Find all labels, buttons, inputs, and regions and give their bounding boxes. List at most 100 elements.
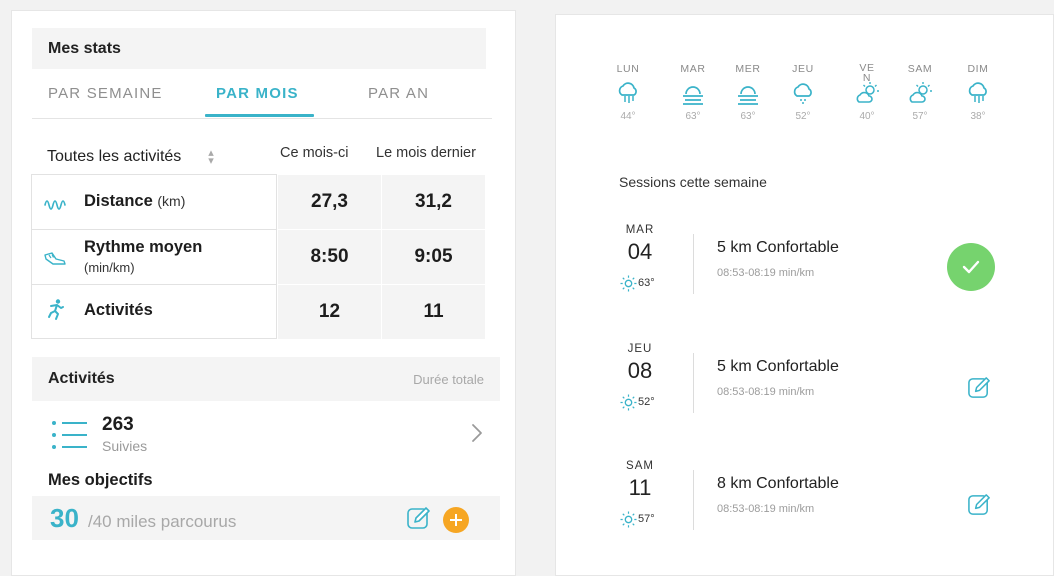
- session-name: 5 km Confortable: [717, 239, 839, 256]
- session-temp: 63°: [638, 277, 655, 289]
- forecast-temp: 52°: [795, 111, 811, 122]
- week-plan-card: LUN 44° MAR 63° MER 63° JEU 52° VE N 40°…: [555, 14, 1054, 576]
- activity-filter-select[interactable]: Toutes les activités: [47, 148, 181, 166]
- stat-label-pace: Rythme moyen: [84, 238, 203, 256]
- stat-label-distance-text: Distance: [84, 192, 153, 210]
- forecast-day-name: JEU: [792, 63, 814, 75]
- snow-cloud-icon: [793, 83, 812, 104]
- goal-target-text: /40 miles parcourus: [88, 512, 237, 531]
- session-done-badge[interactable]: [947, 243, 995, 291]
- forecast-day: DIM 38°: [958, 63, 998, 122]
- edit-session-icon[interactable]: [967, 375, 992, 400]
- stats-header: Mes stats: [32, 28, 486, 69]
- value-this-month-pace: 8:50: [278, 230, 381, 284]
- stat-label-activities: Activités: [84, 301, 153, 319]
- goals-title: Mes objectifs: [48, 471, 153, 489]
- check-icon: [962, 260, 980, 274]
- edit-session-icon[interactable]: [967, 492, 992, 517]
- forecast-temp: 63°: [740, 111, 756, 122]
- stat-row-activities: Activités 12 11: [31, 284, 486, 339]
- forecast-day: MAR 63°: [673, 63, 713, 122]
- stat-row-pace: Rythme moyen (min/km) 8:50 9:05: [31, 229, 486, 284]
- rain-icon: [968, 82, 987, 103]
- stat-label-distance: Distance (km): [84, 192, 185, 211]
- activities-count-label: Suivies: [102, 438, 148, 454]
- tab-par-an[interactable]: PAR AN: [368, 85, 429, 102]
- tab-par-semaine[interactable]: PAR SEMAINE: [48, 85, 163, 102]
- activities-title: Activités: [48, 370, 115, 387]
- forecast-day-name: VE N: [859, 62, 875, 84]
- forecast-temp: 57°: [912, 111, 928, 122]
- stats-table: Distance (km) 27,3 31,2 Rythme moyen (mi…: [31, 174, 486, 339]
- forecast-day-name: SAM: [907, 63, 933, 75]
- session-name: 5 km Confortable: [717, 358, 839, 375]
- shoe-icon: [44, 252, 66, 265]
- active-tab-indicator: [205, 114, 314, 117]
- forecast-day-name: LUN: [616, 63, 640, 75]
- forecast-day: SAM 57°: [900, 63, 940, 122]
- session-day: 04: [627, 239, 653, 264]
- forecast-day: JEU 52°: [783, 63, 823, 122]
- duration-toggle[interactable]: Durée totale: [413, 372, 484, 387]
- session-divider: [693, 234, 694, 294]
- forecast-temp: 63°: [685, 111, 701, 122]
- sun-icon: [620, 511, 637, 528]
- session-item[interactable]: SAM 11 57° 8 km Confortable 08:53-08:19 …: [556, 460, 1054, 560]
- session-pace: 08:53-08:19 min/km: [717, 267, 815, 279]
- session-day: 11: [628, 475, 652, 500]
- value-this-month-distance: 27,3: [278, 175, 381, 229]
- session-item[interactable]: MAR 04 63° 5 km Confortable 08:53-08:19 …: [556, 224, 1054, 324]
- value-last-month-activities: 11: [382, 285, 485, 339]
- column-header-last-month: Le mois dernier: [376, 145, 476, 161]
- tab-par-mois[interactable]: PAR MOIS: [216, 85, 299, 102]
- route-icon: [44, 200, 66, 210]
- session-pace: 08:53-08:19 min/km: [717, 503, 815, 515]
- list-icon: [52, 421, 87, 449]
- session-item[interactable]: JEU 08 52° 5 km Confortable 08:53-08:19 …: [556, 343, 1054, 443]
- stats-card: Mes stats PAR SEMAINE PAR MOIS PAR AN To…: [11, 10, 516, 576]
- stat-unit-pace: (min/km): [84, 260, 135, 275]
- add-goal-button[interactable]: [443, 507, 469, 533]
- session-temp: 57°: [638, 513, 655, 525]
- session-divider: [693, 353, 694, 413]
- stat-unit-distance: (km): [157, 193, 186, 209]
- session-weekday: MAR: [625, 224, 655, 236]
- forecast-temp: 38°: [970, 111, 986, 122]
- forecast-day-name: DIM: [967, 63, 989, 75]
- column-header-this-month: Ce mois-ci: [280, 145, 349, 161]
- sun-icon: [620, 275, 637, 292]
- value-last-month-distance: 31,2: [382, 175, 485, 229]
- forecast-day: MER 63°: [728, 63, 768, 122]
- session-divider: [693, 470, 694, 530]
- partly-cloudy-icon: [856, 82, 879, 103]
- session-day: 08: [627, 358, 653, 383]
- stats-title: Mes stats: [48, 40, 121, 57]
- value-last-month-pace: 9:05: [382, 230, 485, 284]
- sessions-title: Sessions cette semaine: [619, 174, 767, 190]
- session-weekday: SAM: [626, 460, 654, 472]
- edit-goal-icon[interactable]: [406, 505, 432, 531]
- forecast-day-name: MER: [735, 63, 761, 75]
- forecast-temp: 44°: [620, 111, 636, 122]
- tab-divider: [32, 118, 492, 119]
- sort-arrows-icon[interactable]: ▴ ▾: [205, 148, 217, 167]
- runner-icon: [48, 299, 64, 320]
- stat-row-distance: Distance (km) 27,3 31,2: [31, 174, 486, 229]
- partly-cloudy-icon: [909, 82, 932, 103]
- fog-icon: [738, 86, 758, 105]
- rain-icon: [618, 82, 637, 103]
- activities-count: 263: [102, 414, 134, 435]
- fog-icon: [683, 86, 703, 105]
- session-weekday: JEU: [627, 343, 653, 355]
- chevron-right-icon[interactable]: [470, 422, 484, 444]
- session-temp: 52°: [638, 396, 655, 408]
- session-name: 8 km Confortable: [717, 475, 839, 492]
- goal-bar: 30 /40 miles parcourus: [32, 496, 500, 540]
- session-pace: 08:53-08:19 min/km: [717, 386, 815, 398]
- forecast-day: LUN 44°: [608, 63, 648, 122]
- forecast-day-name: MAR: [680, 63, 706, 75]
- sun-icon: [620, 394, 637, 411]
- forecast-temp: 40°: [859, 111, 875, 122]
- activities-header: Activités Durée totale: [32, 357, 500, 401]
- goal-current-value: 30: [50, 503, 79, 533]
